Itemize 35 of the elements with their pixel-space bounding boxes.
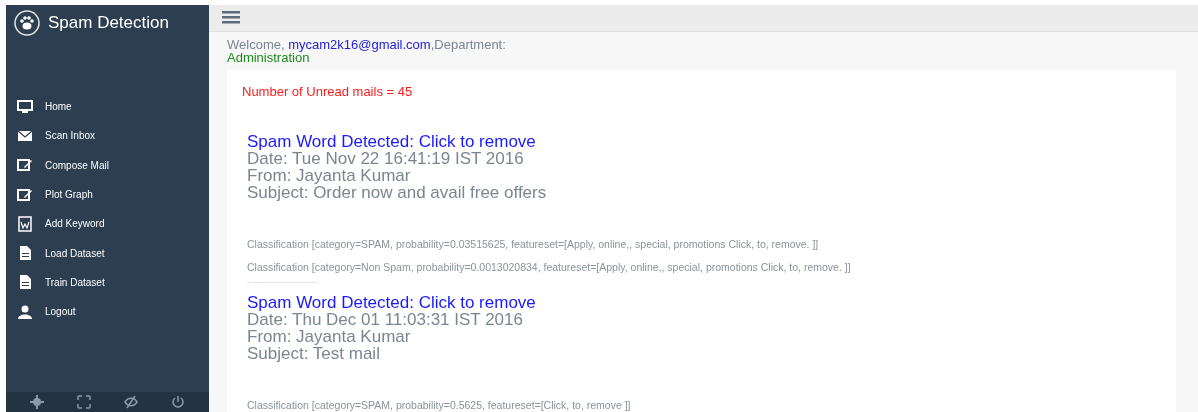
welcome-text: Welcome, mycam2k16@gmail.com,Department: bbox=[227, 37, 507, 51]
unread-count: Number of Unread mails = 45 bbox=[242, 82, 414, 101]
department-text: Administration bbox=[227, 50, 310, 64]
mail-subject: Subject: Test mail bbox=[247, 345, 381, 362]
word-document-icon bbox=[17, 215, 33, 232]
document-icon bbox=[17, 274, 33, 291]
spam-remove-link[interactable]: Spam Word Detected: Click to remove bbox=[247, 133, 536, 150]
edit-icon bbox=[17, 157, 33, 174]
paw-logo-icon bbox=[14, 10, 40, 36]
mail-subject: Subject: Order now and avail free offers bbox=[247, 184, 548, 201]
document-icon bbox=[17, 245, 33, 262]
mail-date: Date: Thu Dec 01 11:03:31 IST 2016 bbox=[247, 311, 524, 328]
mail-date: Date: Tue Nov 22 16:41:19 IST 2016 bbox=[247, 150, 525, 167]
classification-text: Classification [category=SPAM, probability=0.03515625, featureset=[Apply, online,, special, promotions Click, to, remove. ]] bbox=[247, 237, 820, 251]
sidebar-item[interactable]: Plot Graph bbox=[45, 187, 93, 203]
edit-icon bbox=[17, 186, 33, 203]
classification-text: Classification [category=Non Spam, probability=0.0013020834, featureset=[Apply, online,, special, promotions Click, to, remove. ]] bbox=[247, 260, 852, 274]
expand-icon[interactable] bbox=[77, 395, 92, 409]
spam-remove-link[interactable]: Spam Word Detected: Click to remove bbox=[247, 294, 536, 311]
mail-sender: From: Jayanta Kumar bbox=[247, 167, 412, 184]
menu-icon[interactable] bbox=[222, 11, 240, 25]
sidebar-item[interactable]: Load Dataset bbox=[45, 245, 105, 261]
sidebar-item[interactable]: Logout bbox=[45, 304, 76, 320]
app-title: Spam Detection bbox=[48, 12, 169, 35]
monitor-icon bbox=[17, 98, 33, 115]
sidebar-item[interactable]: Home bbox=[45, 99, 72, 115]
eye-slash-icon[interactable] bbox=[123, 395, 138, 409]
sidebar-item[interactable]: Scan Inbox bbox=[45, 128, 96, 144]
power-icon[interactable] bbox=[170, 395, 185, 409]
sidebar-item[interactable]: Compose Mail bbox=[45, 157, 109, 173]
sidebar-item[interactable]: Add Keyword bbox=[45, 216, 105, 232]
sidebar-item[interactable]: Train Dataset bbox=[45, 274, 105, 290]
mail-sender: From: Jayanta Kumar bbox=[247, 328, 412, 345]
classification-text: Classification [category=SPAM, probability=0.5625, featureset=[Click, to, remove ]] bbox=[247, 398, 632, 412]
user-icon bbox=[17, 303, 33, 320]
